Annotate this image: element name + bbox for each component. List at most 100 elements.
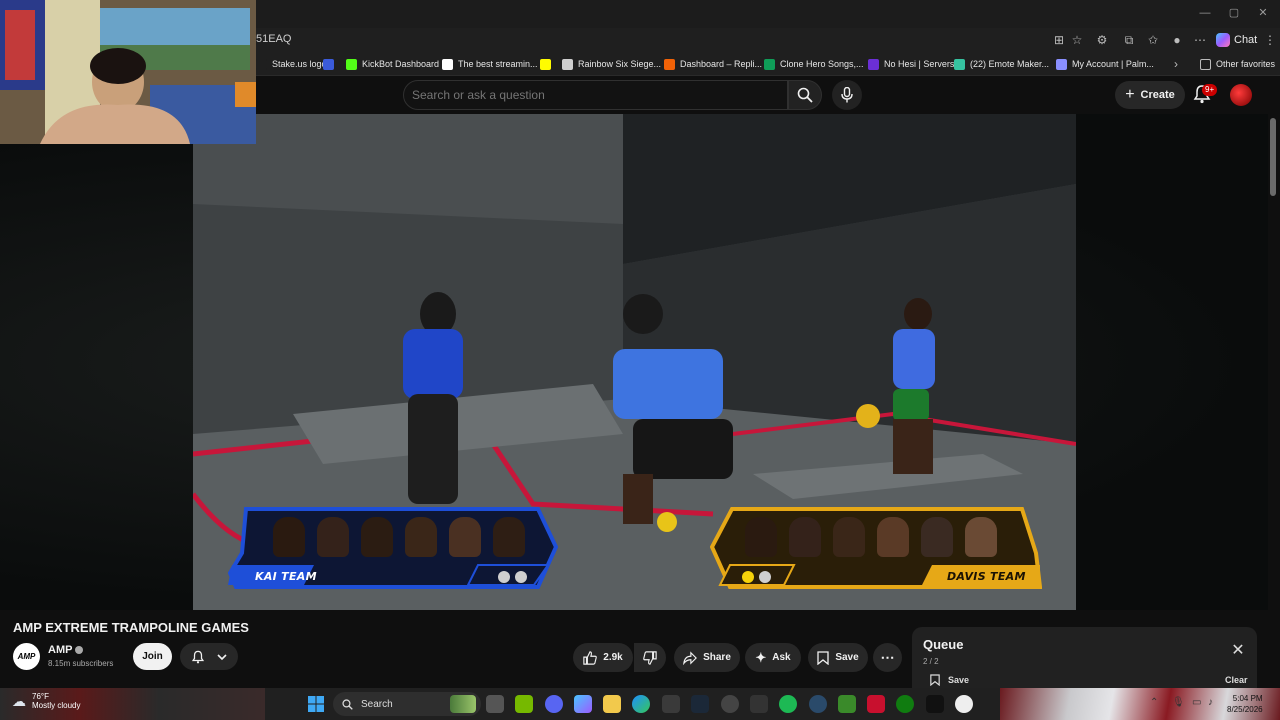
more-actions-button[interactable]: ⋯ xyxy=(873,643,902,672)
thumbs-down-icon xyxy=(643,650,657,665)
bookmark-item[interactable]: My Account | Palm... xyxy=(1056,56,1154,72)
tiktok-icon[interactable] xyxy=(926,695,944,713)
subscription-notifications-button[interactable] xyxy=(180,643,238,670)
channel-avatar[interactable]: AMP xyxy=(13,643,40,670)
steam-icon[interactable] xyxy=(691,695,709,713)
app-available-icon[interactable]: ⊞ xyxy=(1051,32,1067,48)
webcam-overlay xyxy=(0,0,256,144)
discord-icon[interactable] xyxy=(545,695,563,713)
right-team-scoreboard: DAVIS TEAM xyxy=(710,507,1042,589)
game-launcher-icon[interactable] xyxy=(867,695,885,713)
windows-start-icon[interactable] xyxy=(308,696,324,712)
maximize-button[interactable]: ▢ xyxy=(1227,6,1241,20)
like-button[interactable]: 2.9k xyxy=(573,643,633,672)
microphone-icon xyxy=(841,87,853,103)
minimize-button[interactable]: — xyxy=(1198,6,1212,20)
xbox-icon[interactable] xyxy=(896,695,914,713)
network-icon[interactable]: ▭ xyxy=(1192,697,1201,708)
bookmark-item[interactable] xyxy=(323,56,334,72)
extensions-icon[interactable]: ⚙ xyxy=(1094,32,1110,48)
settings-gear-icon[interactable] xyxy=(750,695,768,713)
right-team-name: DAVIS TEAM xyxy=(947,570,1026,583)
task-view-icon[interactable] xyxy=(486,695,504,713)
copilot-chat-button[interactable]: Chat xyxy=(1216,31,1257,49)
queue-title: Queue xyxy=(923,637,964,652)
tray-chevron-icon[interactable]: ⌃ xyxy=(1150,697,1158,708)
ask-button[interactable]: ✦ Ask xyxy=(745,643,801,672)
bookmark-favicon-icon xyxy=(868,58,879,70)
store-icon[interactable] xyxy=(662,695,680,713)
cloud-icon: ☁ xyxy=(12,692,26,709)
bookmark-item[interactable]: The best streamin... xyxy=(442,56,538,72)
app-icon[interactable] xyxy=(721,695,739,713)
score-dot xyxy=(759,571,771,583)
page-scrollbar-thumb[interactable] xyxy=(1270,118,1276,196)
chevron-right-icon[interactable]: › xyxy=(1168,56,1184,72)
favorite-star-icon[interactable]: ☆ xyxy=(1069,32,1085,48)
verified-badge-icon xyxy=(75,646,83,654)
queue-clear-button[interactable]: Clear xyxy=(1225,675,1248,685)
folder-icon xyxy=(1200,58,1211,70)
copilot-app-icon[interactable] xyxy=(574,695,592,713)
green-app-icon[interactable] xyxy=(838,695,856,713)
bookmark-icon xyxy=(930,674,940,686)
chevron-down-icon xyxy=(217,653,227,660)
search-highlight-icon[interactable] xyxy=(450,695,476,713)
create-button[interactable]: + Create xyxy=(1115,81,1185,109)
search-icon xyxy=(797,87,813,103)
plus-icon: + xyxy=(1125,86,1135,103)
dislike-button[interactable] xyxy=(634,643,666,672)
split-screen-icon[interactable]: ⧉ xyxy=(1121,32,1137,48)
join-button[interactable]: Join xyxy=(133,643,172,670)
close-window-button[interactable]: ✕ xyxy=(1256,6,1270,20)
bookmark-item[interactable]: (22) Emote Maker... xyxy=(954,56,1049,72)
chrome-icon[interactable] xyxy=(955,695,973,713)
page-scrollbar[interactable] xyxy=(1268,114,1280,688)
address-url[interactable]: 51EAQ xyxy=(256,33,291,45)
voice-search-button[interactable] xyxy=(832,80,862,110)
account-avatar[interactable] xyxy=(1230,84,1252,106)
bookmark-item[interactable]: KickBot Dashboard xyxy=(346,56,439,72)
search-input[interactable] xyxy=(412,87,772,103)
bookmark-item[interactable] xyxy=(540,56,551,72)
nvidia-icon[interactable] xyxy=(515,695,533,713)
video-title: AMP EXTREME TRAMPOLINE GAMES xyxy=(13,620,249,635)
bookmark-item[interactable]: Clone Hero Songs,... xyxy=(764,56,864,72)
more-menu-icon[interactable]: ⋯ xyxy=(1192,32,1208,48)
bookmark-favicon-icon xyxy=(1056,58,1067,70)
volume-icon[interactable]: ♪ xyxy=(1208,697,1213,708)
bookmark-favicon-icon xyxy=(540,58,551,70)
microphone-tray-icon[interactable]: 🎙 xyxy=(1172,697,1185,708)
file-explorer-icon[interactable] xyxy=(603,695,621,713)
bookmark-item[interactable]: Rainbow Six Siege... xyxy=(562,56,661,72)
edge-icon[interactable] xyxy=(632,695,650,713)
save-button[interactable]: Save xyxy=(808,643,868,672)
bookmark-favicon-icon xyxy=(664,58,675,70)
sidebar-toggle-icon[interactable]: ⋮ xyxy=(1262,32,1278,48)
profile-icon[interactable]: ● xyxy=(1169,32,1185,48)
search-button[interactable] xyxy=(788,80,822,110)
favorites-icon[interactable]: ✩ xyxy=(1145,32,1161,48)
queue-save-button[interactable]: Save xyxy=(930,674,969,686)
bookmark-favicon-icon xyxy=(256,58,267,70)
ball-icon xyxy=(657,512,677,532)
spotify-icon[interactable] xyxy=(779,695,797,713)
like-count: 2.9k xyxy=(603,652,623,663)
weather-widget[interactable]: ☁ 76°F Mostly cloudy xyxy=(12,692,80,710)
score-dot xyxy=(742,571,754,583)
bookmark-favicon-icon xyxy=(954,58,965,70)
channel-name[interactable]: AMP xyxy=(48,644,72,656)
bookmark-item[interactable]: Stake.us logo xyxy=(256,56,327,72)
bookmark-item[interactable]: No Hesi | Servers xyxy=(868,56,954,72)
taskbar-clock[interactable]: 5:04 PM 8/25/2026 xyxy=(1227,693,1263,715)
notification-badge: 9+ xyxy=(1202,84,1218,96)
sparkle-icon: ✦ xyxy=(755,649,767,665)
other-favorites[interactable]: Other favorites xyxy=(1200,56,1275,72)
close-icon[interactable]: ✕ xyxy=(1230,643,1246,659)
team-faces-left xyxy=(273,517,525,557)
video-downloader-icon[interactable] xyxy=(809,695,827,713)
bookmark-item[interactable]: Dashboard – Repli... xyxy=(664,56,762,72)
share-button[interactable]: Share xyxy=(674,643,740,672)
bookmark-favicon-icon xyxy=(764,58,775,70)
copilot-icon xyxy=(1216,33,1230,47)
